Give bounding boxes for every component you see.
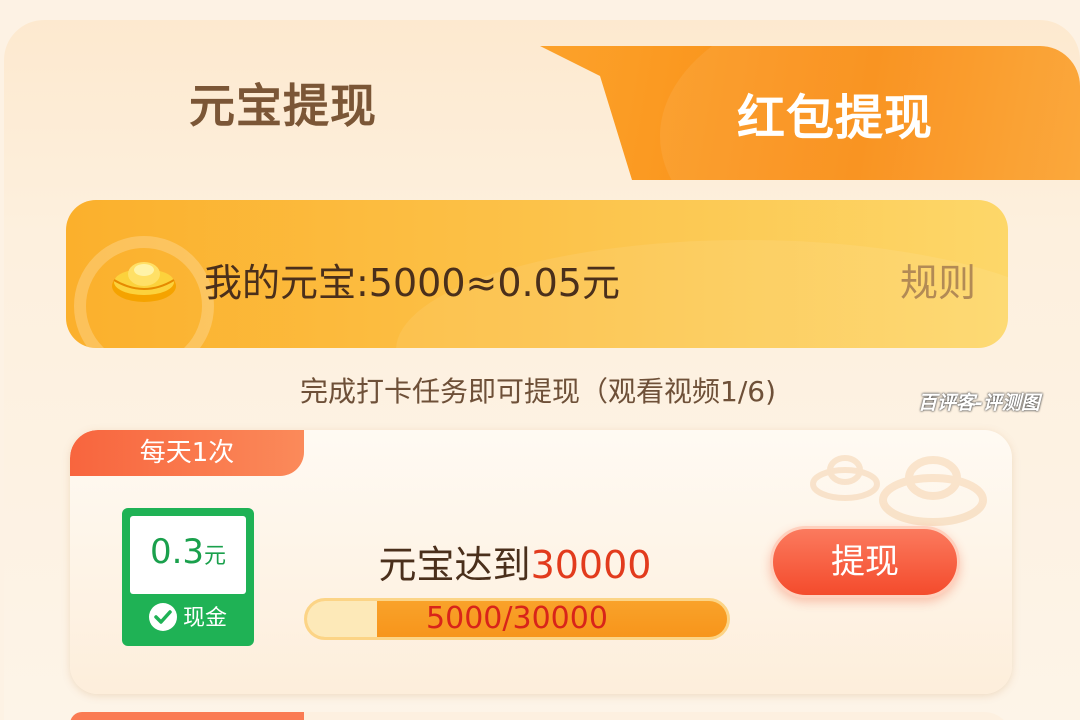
progress-text: 5000/30000 bbox=[426, 601, 608, 636]
rules-link[interactable]: 规则 bbox=[900, 252, 976, 307]
cash-type-label: 现金 bbox=[122, 603, 254, 634]
cash-amount-box: 0.3元 现金 bbox=[122, 508, 254, 646]
task-hint: 完成打卡任务即可提现（观看视频1/6) bbox=[300, 375, 776, 408]
gold-ingot-icon bbox=[112, 262, 176, 302]
amount-unit: 元 bbox=[204, 544, 227, 569]
withdraw-item-card: 每天1次 0.3元 现金 元宝达到30000 5000/30000 提现 bbox=[70, 430, 1012, 694]
decorative-ingot-icon bbox=[810, 455, 880, 501]
goal-value: 30000 bbox=[530, 543, 652, 587]
goal-prefix: 元宝达到 bbox=[378, 543, 531, 587]
yuanbao-balance: 我的元宝:5000≈0.05元 bbox=[204, 261, 620, 305]
decorative-ingot-icon bbox=[879, 456, 987, 526]
cash-label-text: 现金 bbox=[182, 606, 227, 631]
check-circle-icon bbox=[148, 603, 177, 631]
amount-display: 0.3元 bbox=[130, 516, 246, 594]
watermark: 百评客-评测图 bbox=[918, 392, 1040, 414]
balance-banner: 我的元宝:5000≈0.05元 规则 bbox=[66, 200, 1008, 348]
frequency-badge: 每天1次 bbox=[70, 430, 304, 476]
withdraw-button[interactable]: 提现 bbox=[770, 526, 960, 598]
tab-red-packet-label[interactable]: 红包提现 bbox=[680, 78, 990, 148]
next-item-card bbox=[70, 712, 1012, 720]
tab-yuanbao-label[interactable]: 元宝提现 bbox=[0, 70, 566, 136]
amount-value: 0.3 bbox=[149, 532, 205, 572]
goal-text: 元宝达到30000 bbox=[300, 534, 730, 589]
progress-bar: 5000/30000 bbox=[304, 598, 730, 640]
